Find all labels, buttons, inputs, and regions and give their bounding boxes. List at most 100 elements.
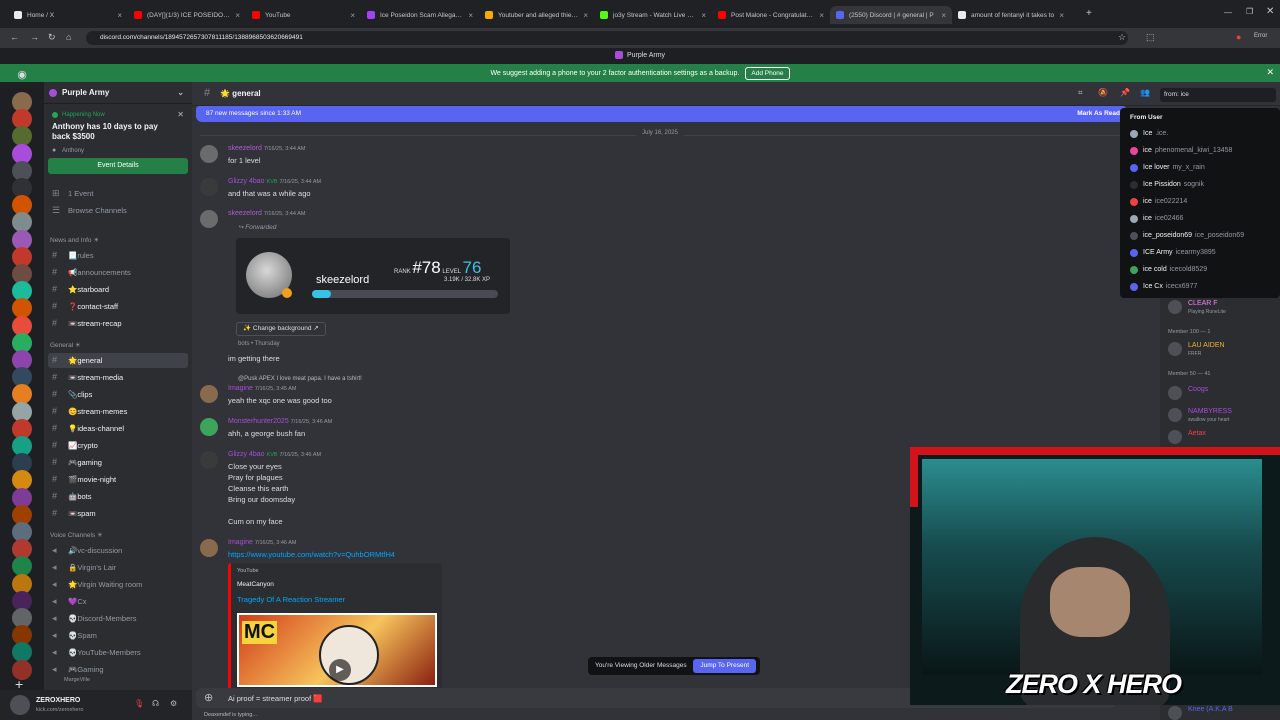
- new-tab-icon[interactable]: +: [1086, 8, 1092, 19]
- new-messages-bar[interactable]: 87 new messages since 1:33 AM Mark As Re…: [196, 106, 1126, 122]
- search-result-user[interactable]: ice phenomenal_kiwi_13458: [1130, 143, 1276, 159]
- member-item[interactable]: NAMBYRESS swallow your heart: [1168, 408, 1232, 423]
- forward-source[interactable]: bots • Thursday: [238, 341, 280, 347]
- channel-item[interactable]: # 📈crypto: [48, 438, 188, 453]
- channel-item[interactable]: ◂ 🔊vc-discussion: [48, 543, 188, 558]
- message-avatar[interactable]: [200, 451, 218, 469]
- profile-icon[interactable]: ●: [1236, 32, 1241, 42]
- browser-tab[interactable]: amount of fentanyl it takes to ×: [952, 6, 1070, 24]
- user-avatar[interactable]: [10, 695, 30, 715]
- channel-item[interactable]: # 📼stream-media: [48, 370, 188, 385]
- event-details-button[interactable]: Event Details: [48, 158, 188, 174]
- search-result-user[interactable]: Ice lover my_x_rain: [1130, 160, 1276, 176]
- member-list-icon[interactable]: 👥: [1140, 88, 1150, 97]
- tab-close-icon[interactable]: ×: [583, 11, 588, 20]
- channel-item[interactable]: ◂ 🌟Virgin Waiting room: [48, 577, 188, 592]
- message-author[interactable]: Imagine: [228, 385, 253, 392]
- maximize-icon[interactable]: ❐: [1246, 7, 1253, 16]
- message-avatar[interactable]: [200, 539, 218, 557]
- play-icon[interactable]: ▶: [329, 659, 351, 681]
- channel-item[interactable]: # 📃rules: [48, 248, 188, 263]
- channel-item[interactable]: # 🎬movie-night: [48, 472, 188, 487]
- tab-close-icon[interactable]: ×: [235, 11, 240, 20]
- channel-item[interactable]: # 📢announcements: [48, 265, 188, 280]
- tab-close-icon[interactable]: ×: [819, 11, 824, 20]
- add-phone-button[interactable]: Add Phone: [745, 66, 790, 80]
- message-avatar[interactable]: [200, 210, 218, 228]
- message-author[interactable]: Monsterhunter2025: [228, 418, 289, 425]
- message-avatar[interactable]: [200, 385, 218, 403]
- member-item[interactable]: Aetax: [1168, 430, 1206, 444]
- embed-author[interactable]: MeatCanyon: [237, 581, 274, 588]
- notification-bell-icon[interactable]: 🔕: [1098, 88, 1108, 97]
- channel-item[interactable]: ◂ 💀Discord-Members: [48, 611, 188, 626]
- tab-close-icon[interactable]: ×: [1059, 11, 1064, 20]
- browser-tab[interactable]: (DAY[](1/3) ICE POSEIDON'S J ×: [128, 6, 246, 24]
- change-background-button[interactable]: ✨ Change background ↗: [236, 322, 326, 336]
- settings-gear-icon[interactable]: ⚙: [170, 699, 177, 708]
- browser-tab[interactable]: (2550) Discord | # general | P ×: [830, 6, 952, 24]
- close-window-icon[interactable]: ✕: [1266, 6, 1274, 17]
- search-result-user[interactable]: ice_poseidon69 ice_poseidon69: [1130, 228, 1276, 244]
- mute-mic-icon[interactable]: 🎙: [134, 699, 144, 708]
- embed-title[interactable]: Tragedy Of A Reaction Streamer: [237, 595, 345, 604]
- mark-as-read-button[interactable]: Mark As Read: [1077, 106, 1120, 122]
- member-item[interactable]: Coogs: [1168, 386, 1208, 400]
- channel-item[interactable]: ◂ 💀Spam: [48, 628, 188, 643]
- browser-tab[interactable]: Home / X ×: [8, 6, 128, 24]
- channel-category[interactable]: News and Info ☀: [50, 236, 99, 244]
- attach-plus-icon[interactable]: ⊕: [204, 691, 213, 704]
- browser-tab[interactable]: Ice Poseidon Scam Allegations ×: [361, 6, 479, 24]
- channel-item[interactable]: # 🎮gaming: [48, 455, 188, 470]
- member-item[interactable]: Knee (A.K.A B: [1168, 706, 1233, 720]
- message-avatar[interactable]: [200, 418, 218, 436]
- search-result-user[interactable]: ice ice022214: [1130, 194, 1276, 210]
- extensions-icon[interactable]: ⬚: [1146, 32, 1155, 43]
- message-author[interactable]: Imagine: [228, 539, 253, 546]
- bookmark-star-icon[interactable]: ☆: [1118, 32, 1126, 43]
- message-author[interactable]: Glizzy 4bao: [228, 178, 265, 185]
- message-author[interactable]: skeezelord: [228, 145, 262, 152]
- pin-icon[interactable]: 📌: [1120, 88, 1130, 97]
- minimize-icon[interactable]: —: [1224, 8, 1232, 17]
- channel-item[interactable]: # 🌟general: [48, 353, 188, 368]
- browser-tab[interactable]: jo3y Stream - Watch Live on Ki ×: [594, 6, 712, 24]
- search-result-user[interactable]: ice ice02466: [1130, 211, 1276, 227]
- browser-tab[interactable]: Youtuber and alleged thief puts ×: [479, 6, 594, 24]
- home-icon[interactable]: ⌂: [66, 32, 71, 42]
- browser-tab[interactable]: YouTube ×: [246, 6, 361, 24]
- sidebar-item[interactable]: ☰ Browse Channels: [48, 203, 188, 218]
- channel-item[interactable]: # 🤖bots: [48, 489, 188, 504]
- search-input[interactable]: from: ice: [1160, 88, 1276, 102]
- channel-item[interactable]: # ⭐starboard: [48, 282, 188, 297]
- channel-item[interactable]: ◂ 🎮Gaming: [48, 662, 188, 677]
- search-result-user[interactable]: ICE Army icearmy3895: [1130, 245, 1276, 261]
- channel-item[interactable]: ◂ 🔒Virgin's Lair: [48, 560, 188, 575]
- channel-item[interactable]: # 📼spam: [48, 506, 188, 521]
- tab-close-icon[interactable]: ×: [941, 11, 946, 20]
- headphones-icon[interactable]: ☊: [152, 699, 159, 708]
- message-avatar[interactable]: [200, 178, 218, 196]
- url-field[interactable]: discord.com/channels/1894572657307811185…: [86, 31, 1128, 45]
- channel-item[interactable]: # 📼stream-recap: [48, 316, 188, 331]
- channel-item[interactable]: # 📎clips: [48, 387, 188, 402]
- reply-preview[interactable]: @Pusk APEX I love meat papa. I have a ts…: [238, 376, 362, 382]
- server-name-header[interactable]: Purple Army ⌄: [44, 82, 192, 104]
- event-close-icon[interactable]: ✕: [177, 110, 184, 119]
- voice-user[interactable]: MargeVille: [64, 677, 90, 683]
- sidebar-item[interactable]: ⊞ 1 Event: [48, 186, 188, 201]
- search-result-user[interactable]: Ice Pissidon sognik: [1130, 177, 1276, 193]
- channel-item[interactable]: # 💡ideas-channel: [48, 421, 188, 436]
- threads-icon[interactable]: ⌗: [1078, 88, 1083, 98]
- banner-close-icon[interactable]: ✕: [1266, 67, 1274, 78]
- member-item[interactable]: LAU AIDEN FRFR: [1168, 342, 1225, 357]
- search-result-user[interactable]: Ice .ice.: [1130, 126, 1276, 142]
- embed-thumbnail[interactable]: MC ▶: [237, 613, 437, 687]
- search-result-user[interactable]: Ice Cx icecx6977: [1130, 279, 1276, 295]
- composer-text[interactable]: Ai proof = streamer proof 🟥: [228, 694, 323, 703]
- browser-tab[interactable]: Post Malone - Congratulations ×: [712, 6, 830, 24]
- tab-close-icon[interactable]: ×: [117, 11, 122, 20]
- channel-item[interactable]: ◂ 💜Cx: [48, 594, 188, 609]
- reload-icon[interactable]: ↻: [48, 32, 56, 43]
- tab-close-icon[interactable]: ×: [701, 11, 706, 20]
